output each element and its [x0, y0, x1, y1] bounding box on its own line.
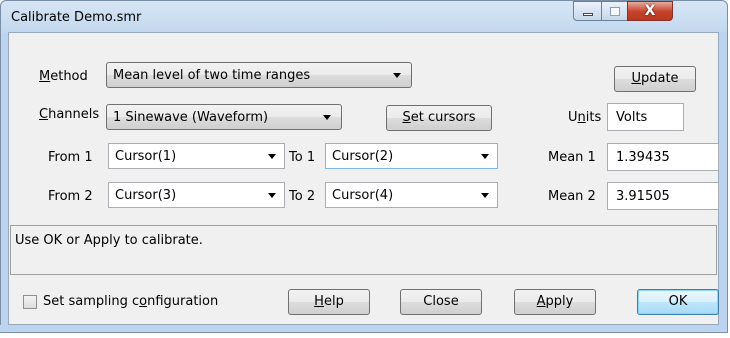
from-1-value: Cursor(1)	[115, 149, 177, 164]
channels-dropdown[interactable]: 1 Sinewave (Waveform)	[106, 104, 342, 130]
close-button[interactable]: Close	[400, 289, 482, 315]
from-1-dropdown[interactable]: Cursor(1)	[108, 143, 285, 169]
set-cursors-button[interactable]: Set cursors	[386, 105, 492, 131]
mean-2-field[interactable]: 3.91505	[607, 182, 719, 210]
ok-button[interactable]: OK	[637, 289, 719, 315]
minimize-button[interactable]	[573, 1, 602, 21]
window-frame-right	[719, 32, 726, 325]
maximize-icon	[610, 7, 620, 16]
chevron-down-icon	[481, 193, 489, 198]
minimize-icon	[583, 13, 593, 16]
units-label: Units	[568, 110, 602, 125]
status-message-box: Use OK or Apply to calibrate.	[10, 225, 717, 275]
title-bar[interactable]: Calibrate Demo.smr X	[1, 1, 727, 33]
status-message: Use OK or Apply to calibrate.	[15, 233, 203, 248]
from-2-dropdown[interactable]: Cursor(3)	[108, 182, 285, 208]
chevron-down-icon	[481, 154, 489, 159]
mean-1-label: Mean 1	[548, 150, 596, 165]
from-2-label: From 2	[48, 189, 93, 204]
mean-2-label: Mean 2	[548, 189, 596, 204]
from-2-value: Cursor(3)	[115, 188, 177, 203]
method-dropdown[interactable]: Mean level of two time ranges	[106, 62, 412, 88]
close-window-button[interactable]: X	[627, 1, 673, 21]
maximize-button	[601, 1, 628, 21]
window-title: Calibrate Demo.smr	[11, 10, 142, 25]
chevron-down-icon	[393, 73, 401, 78]
to-1-dropdown[interactable]: Cursor(2)	[325, 143, 498, 169]
window-frame-bottom	[0, 325, 726, 332]
units-field[interactable]: Volts	[607, 103, 684, 131]
method-label: Method	[39, 69, 88, 84]
mean-2-value: 3.91505	[616, 189, 670, 204]
chevron-down-icon	[268, 154, 276, 159]
units-value: Volts	[616, 110, 648, 125]
close-icon: X	[644, 3, 656, 19]
from-1-label: From 1	[48, 150, 93, 165]
to-2-label: To 2	[289, 189, 316, 204]
sampling-config-label[interactable]: Set sampling configuration	[43, 294, 218, 309]
update-button[interactable]: Update	[614, 66, 696, 92]
sampling-config-checkbox[interactable]	[23, 295, 37, 309]
method-value: Mean level of two time ranges	[113, 68, 311, 83]
channels-value: 1 Sinewave (Waveform)	[113, 110, 269, 125]
mean-1-value: 1.39435	[616, 150, 670, 165]
to-2-value: Cursor(4)	[332, 188, 394, 203]
to-2-dropdown[interactable]: Cursor(4)	[325, 182, 498, 208]
channels-label: Channels	[39, 107, 100, 122]
apply-button[interactable]: Apply	[514, 289, 596, 315]
to-1-label: To 1	[289, 150, 316, 165]
chevron-down-icon	[323, 115, 331, 120]
dialog-client-area: Method Mean level of two time ranges Upd…	[8, 32, 719, 325]
mean-1-field[interactable]: 1.39435	[607, 143, 719, 171]
help-button[interactable]: Help	[288, 289, 370, 315]
chevron-down-icon	[268, 193, 276, 198]
to-1-value: Cursor(2)	[332, 149, 394, 164]
